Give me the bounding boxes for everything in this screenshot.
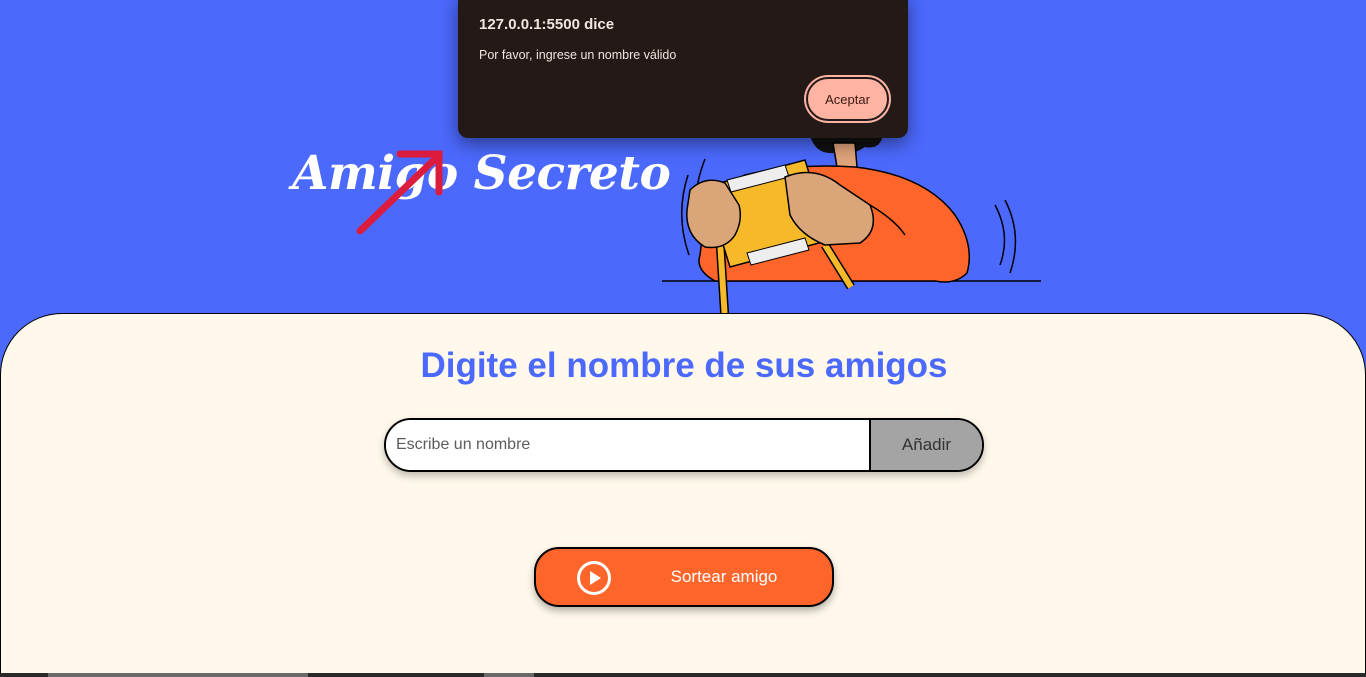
red-arrow-annotation: [356, 150, 443, 235]
friend-name-input[interactable]: [386, 420, 869, 470]
friend-input-group: Añadir: [384, 418, 984, 472]
play-circle-icon: [577, 561, 611, 595]
main-card: Digite el nombre de sus amigos Añadir So…: [0, 313, 1366, 677]
dialog-message: Por favor, ingrese un nombre válido: [479, 48, 677, 62]
accept-button[interactable]: Aceptar: [806, 77, 889, 121]
add-button[interactable]: Añadir: [869, 420, 982, 470]
page-title: Amigo Secreto: [292, 146, 671, 201]
main-heading: Digite el nombre de sus amigos: [420, 346, 948, 385]
draw-friend-button[interactable]: Sortear amigo: [534, 547, 834, 607]
taskbar-edge: [0, 673, 1366, 677]
draw-friend-label: Sortear amigo: [670, 567, 778, 586]
dialog-title: 127.0.0.1:5500 dice: [479, 16, 615, 33]
alert-dialog: 127.0.0.1:5500 dice Por favor, ingrese u…: [458, 0, 908, 138]
